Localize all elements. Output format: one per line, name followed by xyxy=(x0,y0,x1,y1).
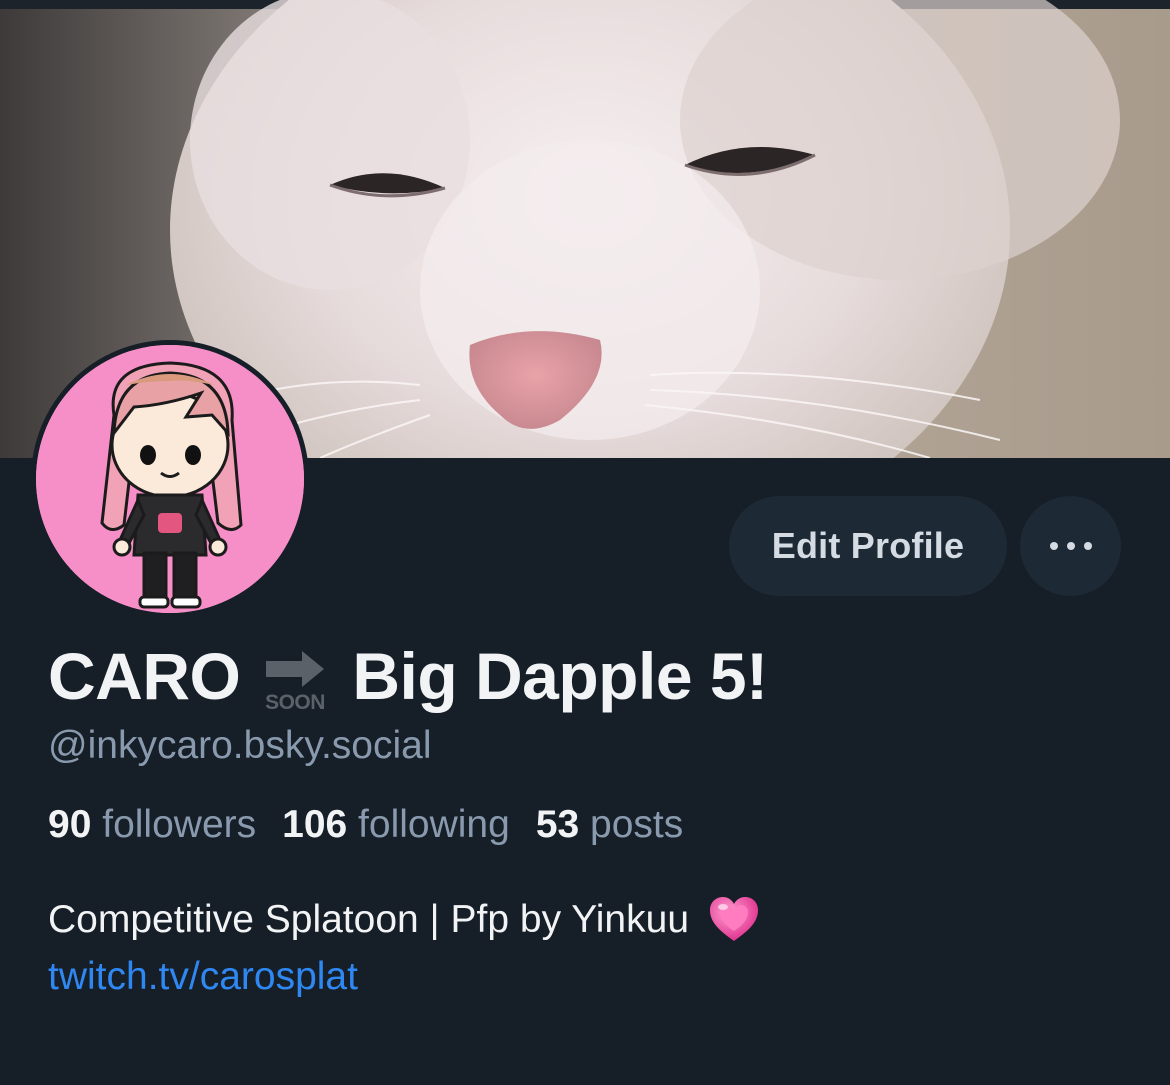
avatar-border xyxy=(31,340,309,618)
posts-stat: 53 posts xyxy=(536,803,683,847)
ellipsis-icon xyxy=(1049,542,1058,550)
bio-text: Competitive Splatoon | Pfp by Yinkuu xyxy=(48,898,690,941)
avatar-character-image xyxy=(36,345,304,613)
following-count: 106 xyxy=(282,803,348,846)
event-name-text: Big Dapple 5! xyxy=(352,639,768,713)
profile-bio: Competitive Splatoon | Pfp by Yinkuu xyxy=(48,895,761,945)
display-name-text: CARO xyxy=(48,639,241,713)
following-stat[interactable]: 106 following xyxy=(282,803,510,847)
followers-count: 90 xyxy=(48,803,92,846)
ellipsis-icon-dot xyxy=(1066,542,1075,550)
edit-profile-button[interactable]: Edit Profile xyxy=(729,496,1007,596)
profile-handle: @inkycaro.bsky.social xyxy=(48,724,432,767)
ellipsis-icon-dot xyxy=(1083,542,1092,550)
profile-stats: 90 followers 106 following 53 posts xyxy=(48,803,683,847)
posts-label: posts xyxy=(590,803,684,846)
avatar[interactable] xyxy=(36,345,304,613)
soon-label: SOON xyxy=(265,691,325,713)
following-label: following xyxy=(358,803,510,846)
display-name: CARO SOON Big Dapple 5! xyxy=(48,636,768,716)
posts-count: 53 xyxy=(535,803,580,846)
edit-profile-label: Edit Profile xyxy=(771,525,965,566)
followers-stat[interactable]: 90 followers xyxy=(48,803,256,847)
more-options-button[interactable] xyxy=(1020,496,1121,596)
followers-label: followers xyxy=(102,803,257,846)
soon-arrow-icon: SOON xyxy=(258,647,332,713)
profile-page: Edit Profile CARO SOON Big Dapple 5! @in… xyxy=(0,0,1170,1085)
heart-icon xyxy=(707,895,761,945)
profile-link[interactable]: twitch.tv/carosplat xyxy=(48,955,358,999)
